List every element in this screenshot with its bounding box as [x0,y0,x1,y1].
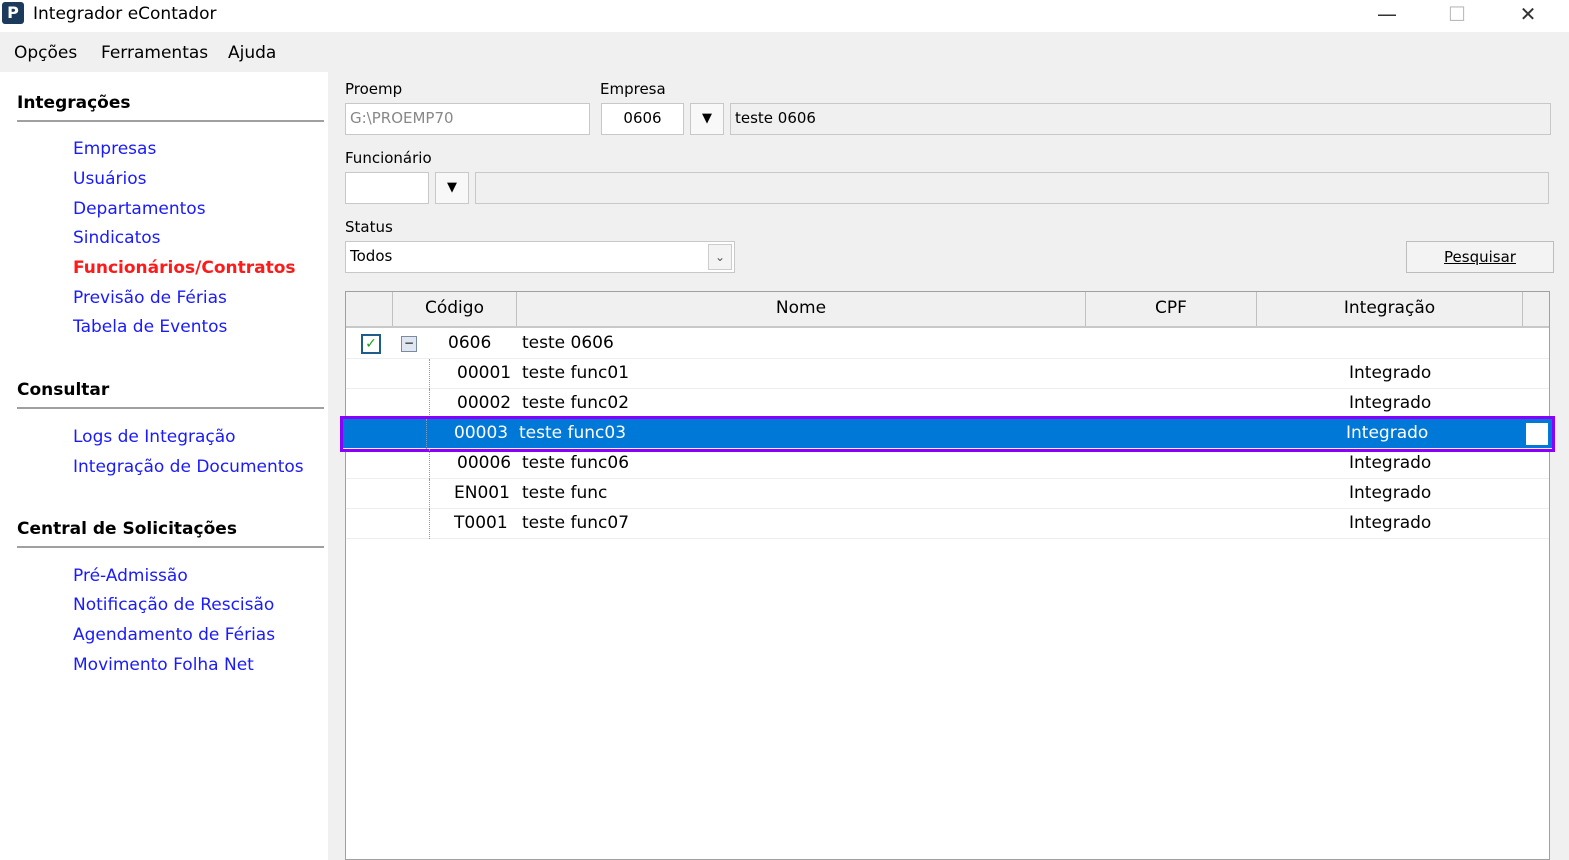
sidebar-item-integracao-documentos[interactable]: Integração de Documentos [73,457,304,477]
tree-line [429,479,437,509]
row-name: teste func02 [522,393,630,413]
row-name: teste 0606 [522,333,614,353]
title-bar: P Integrador eContador — ☐ ✕ [0,0,1569,32]
proemp-input[interactable]: G:\PROEMP70 [345,103,590,135]
funcionario-dropdown-button[interactable]: ▼ [435,172,469,204]
table-row[interactable]: EN001 teste func Integrado [346,479,1549,509]
column-header-nome[interactable]: Nome [517,292,1086,326]
row-name: teste func01 [522,363,630,383]
table-row[interactable]: 00003 teste func03 Integrado [340,416,1555,452]
row-integracao: Integrado [1349,363,1432,383]
tree-line [426,419,434,449]
status-select[interactable]: Todos ⌄ [345,241,735,273]
tree-line [429,389,437,419]
section-integracoes: Integrações [17,93,131,113]
row-code: T0001 [454,513,508,533]
table-row-parent[interactable]: ✓ − 0606 teste 0606 [346,329,1549,359]
row-integracao: Integrado [1349,513,1432,533]
row-integracao: Integrado [1346,423,1429,443]
cell-editor[interactable] [1526,423,1548,445]
divider [17,407,324,409]
tree-line [429,509,437,539]
section-central-solicitacoes: Central de Solicitações [17,519,237,539]
row-integracao: Integrado [1349,393,1432,413]
status-value: Todos [350,247,393,265]
window-title: Integrador eContador [33,4,217,24]
menu-ajuda[interactable]: Ajuda [228,43,276,63]
caret-down-icon: ▼ [702,111,712,126]
column-header-integracao[interactable]: Integração [1257,292,1523,326]
divider [17,546,324,548]
close-button[interactable]: ✕ [1508,2,1548,26]
column-header-codigo[interactable]: Código [393,292,517,326]
funcionario-code-input[interactable] [345,172,429,204]
sidebar-item-usuarios[interactable]: Usuários [73,169,146,189]
row-checkbox[interactable]: ✓ [361,334,381,354]
tree-line [429,449,437,479]
proemp-label: Proemp [345,80,403,98]
pesquisar-button[interactable]: Pesquisar [1406,241,1554,273]
menu-bar: Opções Ferramentas Ajuda [0,32,1569,72]
sidebar-item-departamentos[interactable]: Departamentos [73,199,206,219]
grid-header: Código Nome CPF Integração [346,292,1549,328]
table-row[interactable]: 00001 teste func01 Integrado [346,359,1549,389]
empresa-name-field: teste 0606 [730,103,1551,135]
row-code: 00006 [457,453,512,473]
divider [17,120,324,122]
chevron-down-icon: ⌄ [708,244,732,270]
row-name: teste func03 [519,423,627,443]
sidebar-item-movimento-folha-net[interactable]: Movimento Folha Net [73,655,254,675]
row-code: EN001 [454,483,510,503]
row-code: 00002 [457,393,512,413]
funcionario-name-field [475,172,1549,204]
row-code: 00003 [454,423,509,443]
tree-line [429,359,437,389]
sidebar-item-sindicatos[interactable]: Sindicatos [73,228,161,248]
app-logo-icon: P [2,2,24,24]
collapse-icon[interactable]: − [401,336,417,352]
sidebar-item-agendamento-ferias[interactable]: Agendamento de Férias [73,625,275,645]
table-row[interactable]: T0001 teste func07 Integrado [346,509,1549,539]
row-name: teste func06 [522,453,630,473]
empresa-label: Empresa [600,80,666,98]
menu-opcoes[interactable]: Opções [14,43,77,63]
empresa-dropdown-button[interactable]: ▼ [690,103,724,135]
row-name: teste func [522,483,608,503]
section-consultar: Consultar [17,380,110,400]
sidebar-item-previsao-ferias[interactable]: Previsão de Férias [73,288,227,308]
caret-down-icon: ▼ [447,180,457,195]
column-header-check[interactable] [346,292,393,326]
status-label: Status [345,218,393,236]
sidebar-item-logs-integracao[interactable]: Logs de Integração [73,427,236,447]
sidebar: Integrações Empresas Usuários Departamen… [0,72,328,860]
sidebar-item-tabela-eventos[interactable]: Tabela de Eventos [73,317,227,337]
sidebar-item-empresas[interactable]: Empresas [73,139,156,159]
table-row[interactable]: 00006 teste func06 Integrado [346,449,1549,479]
sidebar-item-funcionarios-contratos[interactable]: Funcionários/Contratos [73,258,296,278]
row-code: 00001 [457,363,512,383]
sidebar-item-pre-admissao[interactable]: Pré-Admissão [73,566,188,586]
funcionario-label: Funcionário [345,149,432,167]
menu-ferramentas[interactable]: Ferramentas [101,43,208,63]
row-code: 0606 [448,333,492,353]
column-header-cpf[interactable]: CPF [1086,292,1257,326]
row-name: teste func07 [522,513,630,533]
row-integracao: Integrado [1349,483,1432,503]
employees-grid: Código Nome CPF Integração ✓ − 0606 test… [340,291,1555,860]
table-row[interactable]: 00002 teste func02 Integrado [346,389,1549,419]
empresa-code-input[interactable]: 0606 [601,103,684,135]
pesquisar-label: Pesquisar [1444,248,1516,266]
minimize-button[interactable]: — [1367,2,1407,26]
maximize-button[interactable]: ☐ [1437,2,1477,26]
sidebar-item-notificacao-rescisao[interactable]: Notificação de Rescisão [73,595,274,615]
row-integracao: Integrado [1349,453,1432,473]
